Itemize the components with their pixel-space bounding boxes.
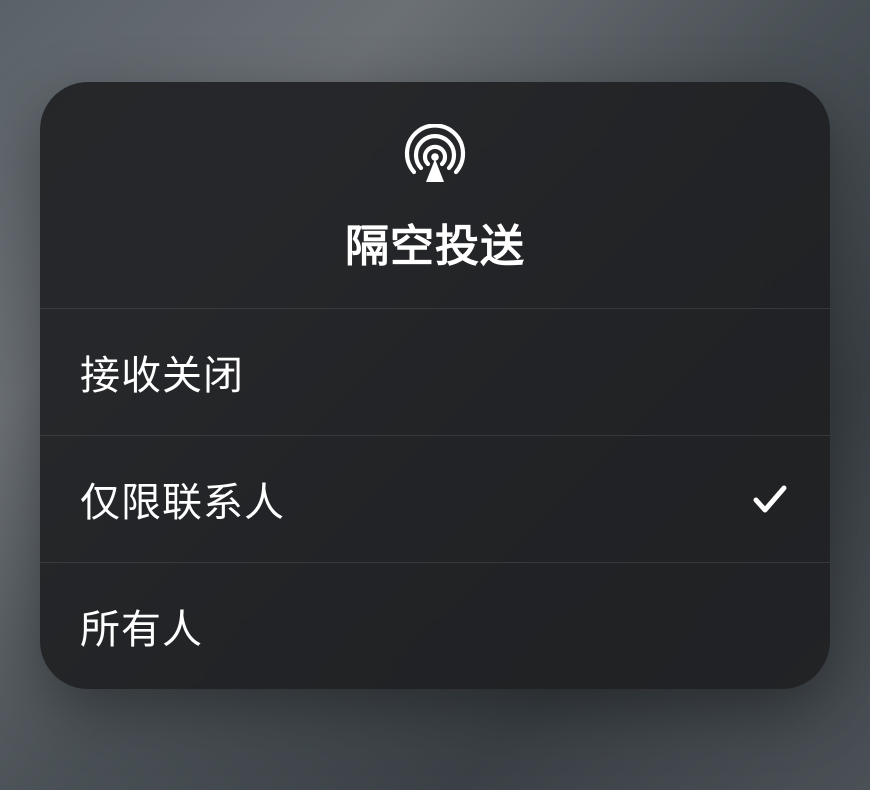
panel-header: 隔空投送 (40, 82, 830, 309)
panel-title: 隔空投送 (345, 210, 525, 274)
option-label: 所有人 (80, 597, 203, 655)
option-everyone[interactable]: 所有人 (40, 563, 830, 689)
option-label: 仅限联系人 (80, 470, 285, 528)
option-receiving-off[interactable]: 接收关闭 (40, 309, 830, 436)
checkmark-icon (750, 479, 790, 519)
option-label: 接收关闭 (80, 343, 244, 401)
airdrop-panel: 隔空投送 接收关闭 仅限联系人 所有人 (40, 82, 830, 689)
airdrop-icon (403, 124, 467, 188)
option-contacts-only[interactable]: 仅限联系人 (40, 436, 830, 563)
